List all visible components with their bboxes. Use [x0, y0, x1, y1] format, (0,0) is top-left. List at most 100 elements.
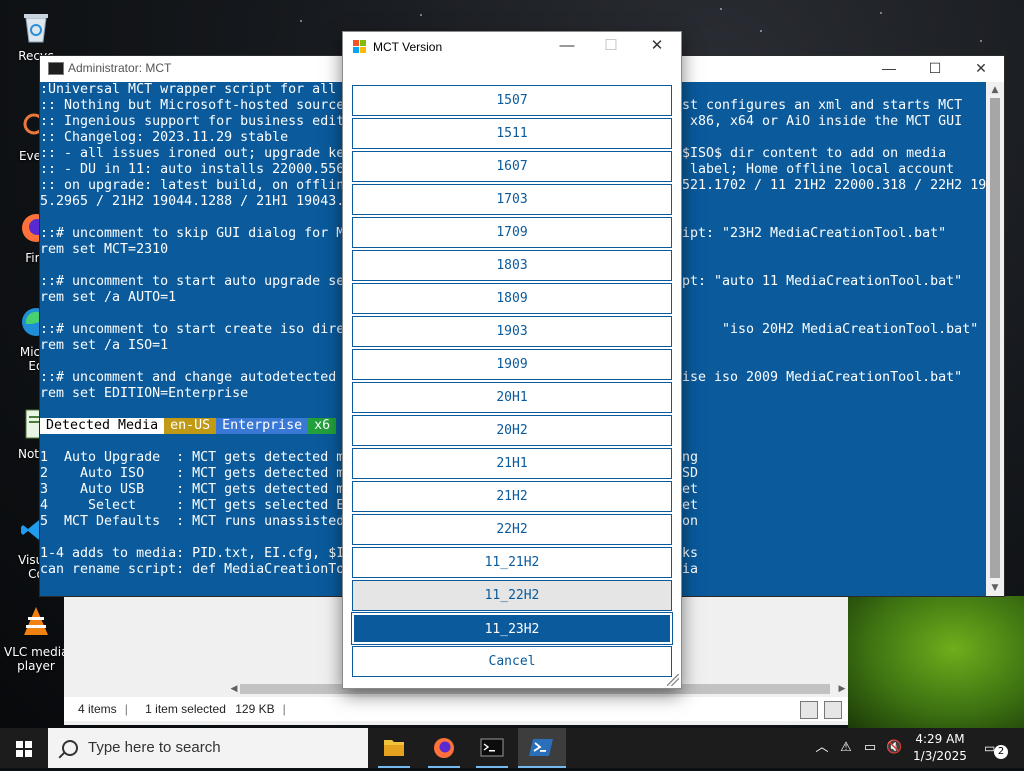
console-line-text-right: et [682, 482, 699, 497]
console-icon [48, 62, 64, 75]
console-line-text: ::# uncomment to skip GUI dialog for M [40, 226, 345, 241]
version-button-1607[interactable]: 1607 [352, 151, 672, 182]
console-line-text-right: on [682, 514, 699, 529]
version-button-11_22h2[interactable]: 11_22H2 [352, 580, 672, 611]
search-placeholder: Type here to search [88, 739, 221, 756]
scroll-left-icon[interactable]: ◀ [228, 681, 240, 697]
items-count: 4 items [78, 702, 117, 716]
console-line-text: can rename script: def MediaCreationTo [40, 562, 345, 577]
console-line-text-right: SD [682, 466, 699, 481]
console-line-text-right: pt: "auto 11 MediaCreationTool.bat" [682, 274, 963, 289]
console-line-text-right: ise iso 2009 MediaCreationTool.bat" [682, 370, 963, 385]
console-line-text: :: on upgrade: latest build, on offlin [40, 178, 345, 193]
media-status-tag: en-US [164, 418, 217, 434]
console-line-text: :: - DU in 11: auto installs 22000.556 [40, 162, 345, 177]
console-line-text: rem set MCT=2310 [40, 242, 169, 257]
cancel-button[interactable]: Cancel [352, 646, 672, 677]
version-button-11_21h2[interactable]: 11_21H2 [352, 547, 672, 578]
console-line-text-right: $ISO$ dir content to add on media [682, 146, 947, 161]
taskbar-app-powershell[interactable] [518, 728, 566, 768]
scroll-right-icon[interactable]: ▶ [836, 681, 848, 697]
console-line-text: ::# uncomment to start auto upgrade se [40, 274, 345, 289]
console-line-text-right: ipt: "23H2 MediaCreationTool.bat" [682, 226, 947, 241]
version-button-20h1[interactable]: 20H1 [352, 382, 672, 413]
version-button-1803[interactable]: 1803 [352, 250, 672, 281]
console-line-text: 1-4 adds to media: PID.txt, EI.cfg, $I [40, 546, 345, 561]
large-icons-view-icon[interactable] [824, 701, 842, 719]
console-maximize-button[interactable]: ☐ [912, 56, 958, 82]
console-line-text: ::# uncomment to start create iso dire [40, 322, 345, 337]
console-line-text: :: Ingenious support for business edit [40, 114, 345, 129]
console-line-text: :: - all issues ironed out; upgrade ke [40, 146, 345, 161]
version-button-1507[interactable]: 1507 [352, 85, 672, 116]
console-line-text-right: ks [682, 546, 699, 561]
version-button-1709[interactable]: 1709 [352, 217, 672, 248]
dialog-titlebar[interactable]: MCT Version — ☐ ✕ [343, 32, 681, 62]
version-button-11_23h2[interactable]: 11_23H2 [352, 613, 672, 644]
version-button-21h2[interactable]: 21H2 [352, 481, 672, 512]
console-close-button[interactable]: ✕ [958, 56, 1004, 82]
version-button-1909[interactable]: 1909 [352, 349, 672, 380]
notification-count: 2 [994, 745, 1008, 759]
version-button-1703[interactable]: 1703 [352, 184, 672, 215]
console-line-text: 4 Select : MCT gets selected E [40, 498, 345, 513]
console-line-text: :: Changelog: 2023.11.29 stable [40, 130, 289, 145]
version-button-20h2[interactable]: 20H2 [352, 415, 672, 446]
security-tray-icon[interactable]: ⚠ [838, 740, 854, 756]
version-button-1809[interactable]: 1809 [352, 283, 672, 314]
dialog-minimize-button[interactable]: — [545, 32, 589, 62]
desktop-icon-recycle-bin[interactable]: Recyc [4, 8, 68, 63]
file-explorer-icon [384, 740, 404, 756]
console-title: Administrator: MCT [68, 61, 172, 75]
console-scrollbar-thumb[interactable] [990, 98, 1000, 578]
media-status-tag: x6 [308, 418, 337, 434]
dialog-title: MCT Version [373, 40, 443, 54]
console-line-text: rem set EDITION=Enterprise [40, 386, 249, 401]
desktop-icon-label: VLC media [4, 645, 69, 659]
windows-app-icon [353, 40, 366, 53]
media-status-tag: Detected Media [40, 418, 165, 434]
taskbar-app-terminal[interactable] [468, 728, 516, 768]
explorer-status-bar: 4 items | 1 item selected 129 KB | [64, 697, 848, 721]
dialog-close-button[interactable]: ✕ [635, 32, 679, 62]
clock-date: 1/3/2025 [913, 749, 967, 763]
console-scrollbar[interactable]: ▲ ▼ [986, 82, 1004, 596]
powershell-icon [529, 739, 553, 756]
details-view-icon[interactable] [800, 701, 818, 719]
taskbar-clock[interactable]: 4:29 AM 1/3/2025 [900, 731, 980, 765]
taskbar-app-firefox[interactable] [420, 728, 468, 768]
taskbar-app-file-explorer[interactable] [370, 728, 418, 768]
console-line-text-right: st configures an xml and starts MCT [682, 98, 963, 113]
show-hidden-icons-chevron-icon[interactable]: ︿ [814, 740, 830, 756]
resize-grip-icon[interactable] [667, 674, 679, 686]
firefox-icon [434, 738, 454, 758]
console-line-text: ::# uncomment and change autodetected [40, 370, 337, 385]
console-line-text: rem set /a ISO=1 [40, 338, 169, 353]
terminal-icon [480, 738, 504, 757]
scroll-up-icon[interactable]: ▲ [986, 82, 1004, 98]
console-line-text-right: ng [682, 450, 699, 465]
selection-count: 1 item selected [145, 702, 226, 716]
desktop-icon-vlc[interactable]: VLC media player [4, 604, 68, 673]
version-button-1511[interactable]: 1511 [352, 118, 672, 149]
notification-center-icon[interactable]: 2 ▭ [984, 740, 1008, 759]
recycle-bin-icon [24, 14, 48, 43]
wallpaper-tent [848, 596, 1024, 728]
console-line-text-right: 521.1702 / 11 21H2 22000.318 / 22H2 1904 [682, 178, 986, 193]
version-button-1903[interactable]: 1903 [352, 316, 672, 347]
console-line-text-right: "iso 20H2 MediaCreationTool.bat" [682, 322, 979, 337]
console-line-text: 5.2965 / 21H2 19044.1288 / 21H1 19043. [40, 194, 345, 209]
console-minimize-button[interactable]: — [866, 56, 912, 82]
console-line-text-right: label; Home offline local account [682, 162, 955, 177]
network-tray-icon[interactable]: ▭ [862, 740, 878, 756]
selection-size: 129 KB [235, 702, 275, 716]
windows-logo-icon [16, 741, 23, 748]
console-line-text-right: et [682, 498, 699, 513]
version-button-21h1[interactable]: 21H1 [352, 448, 672, 479]
start-button[interactable] [0, 728, 48, 768]
console-line-text: 3 Auto USB : MCT gets detected m [40, 482, 345, 497]
console-line-text-right: x86, x64 or AiO inside the MCT GUI [682, 114, 963, 129]
taskbar-search-box[interactable]: Type here to search [48, 728, 368, 768]
scroll-down-icon[interactable]: ▼ [986, 580, 1004, 596]
version-button-22h2[interactable]: 22H2 [352, 514, 672, 545]
